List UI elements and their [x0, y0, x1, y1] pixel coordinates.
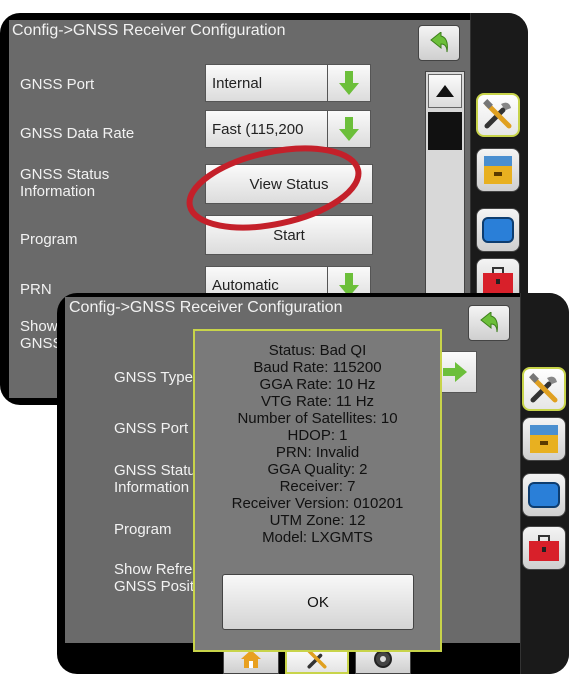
- front-tools-button[interactable]: [522, 367, 566, 411]
- vtg-rate-line: VTG Rate: 11 Hz: [260, 393, 375, 410]
- front-label-program: Program: [114, 521, 172, 538]
- display-icon: [482, 217, 514, 243]
- scroll-thumb[interactable]: [428, 112, 462, 150]
- ok-button[interactable]: OK: [222, 574, 414, 630]
- storage-cabinet-icon: [530, 425, 558, 453]
- back-label-prn: PRN: [20, 281, 52, 298]
- triangle-up-icon: [436, 85, 454, 97]
- front-label-gnss-type: GNSS Type: [114, 369, 193, 386]
- baud-rate-line: Baud Rate: 115200: [253, 359, 382, 376]
- gnss-status-dialog: Status: Bad QI Baud Rate: 115200 GGA Rat…: [193, 329, 442, 652]
- back-page-title: Config->GNSS Receiver Configuration: [12, 22, 286, 39]
- front-page-title: Config->GNSS Receiver Configuration: [69, 299, 343, 316]
- prn-line: PRN: Invalid: [275, 444, 360, 461]
- front-storage-button[interactable]: [522, 417, 566, 461]
- status-line: Status: Bad QI: [268, 342, 367, 359]
- toolbox-icon: [483, 267, 513, 293]
- gauge-icon: [374, 650, 392, 668]
- model-line: Model: LXGMTS: [262, 529, 373, 546]
- scroll-up-button[interactable]: [428, 74, 462, 108]
- utm-zone-line: UTM Zone: 12: [269, 512, 366, 529]
- front-label-gnss-port: GNSS Port: [114, 420, 189, 437]
- storage-cabinet-icon: [484, 156, 512, 184]
- home-icon: [241, 650, 261, 668]
- back-label-gnss-data-rate: GNSS Data Rate: [20, 125, 135, 142]
- gnss-port-dropdown-button[interactable]: [327, 64, 371, 102]
- highlight-ellipse: [186, 145, 362, 231]
- receiver-line: Receiver: 7: [279, 478, 356, 495]
- tools-icon: [483, 99, 512, 129]
- back-arrow-icon: [430, 32, 448, 53]
- gnss-port-select[interactable]: Internal: [205, 64, 329, 102]
- tools-icon: [529, 373, 558, 403]
- right-arrow-icon: [443, 362, 467, 382]
- back-storage-button[interactable]: [476, 148, 520, 192]
- gga-quality-line: GGA Quality: 2: [267, 461, 368, 478]
- back-display-button[interactable]: [476, 208, 520, 252]
- down-arrow-icon: [339, 71, 359, 95]
- gga-rate-line: GGA Rate: 10 Hz: [259, 376, 376, 393]
- toolbox-icon: [529, 535, 559, 561]
- satellites-line: Number of Satellites: 10: [237, 410, 398, 427]
- back-label-gnss-port: GNSS Port: [20, 76, 95, 93]
- back-tools-button[interactable]: [476, 93, 520, 137]
- back-label-show-gnss: Show GNSS: [20, 318, 63, 352]
- front-back-button[interactable]: [468, 305, 510, 341]
- front-display-button[interactable]: [522, 473, 566, 517]
- back-arrow-icon: [480, 312, 498, 333]
- back-label-program: Program: [20, 231, 78, 248]
- back-button[interactable]: [418, 25, 460, 61]
- back-label-gnss-status: GNSS Status Information: [20, 166, 110, 200]
- receiver-version-line: Receiver Version: 010201: [231, 495, 404, 512]
- hdop-line: HDOP: 1: [287, 427, 348, 444]
- front-toolbox-button[interactable]: [522, 526, 566, 570]
- display-icon: [528, 482, 560, 508]
